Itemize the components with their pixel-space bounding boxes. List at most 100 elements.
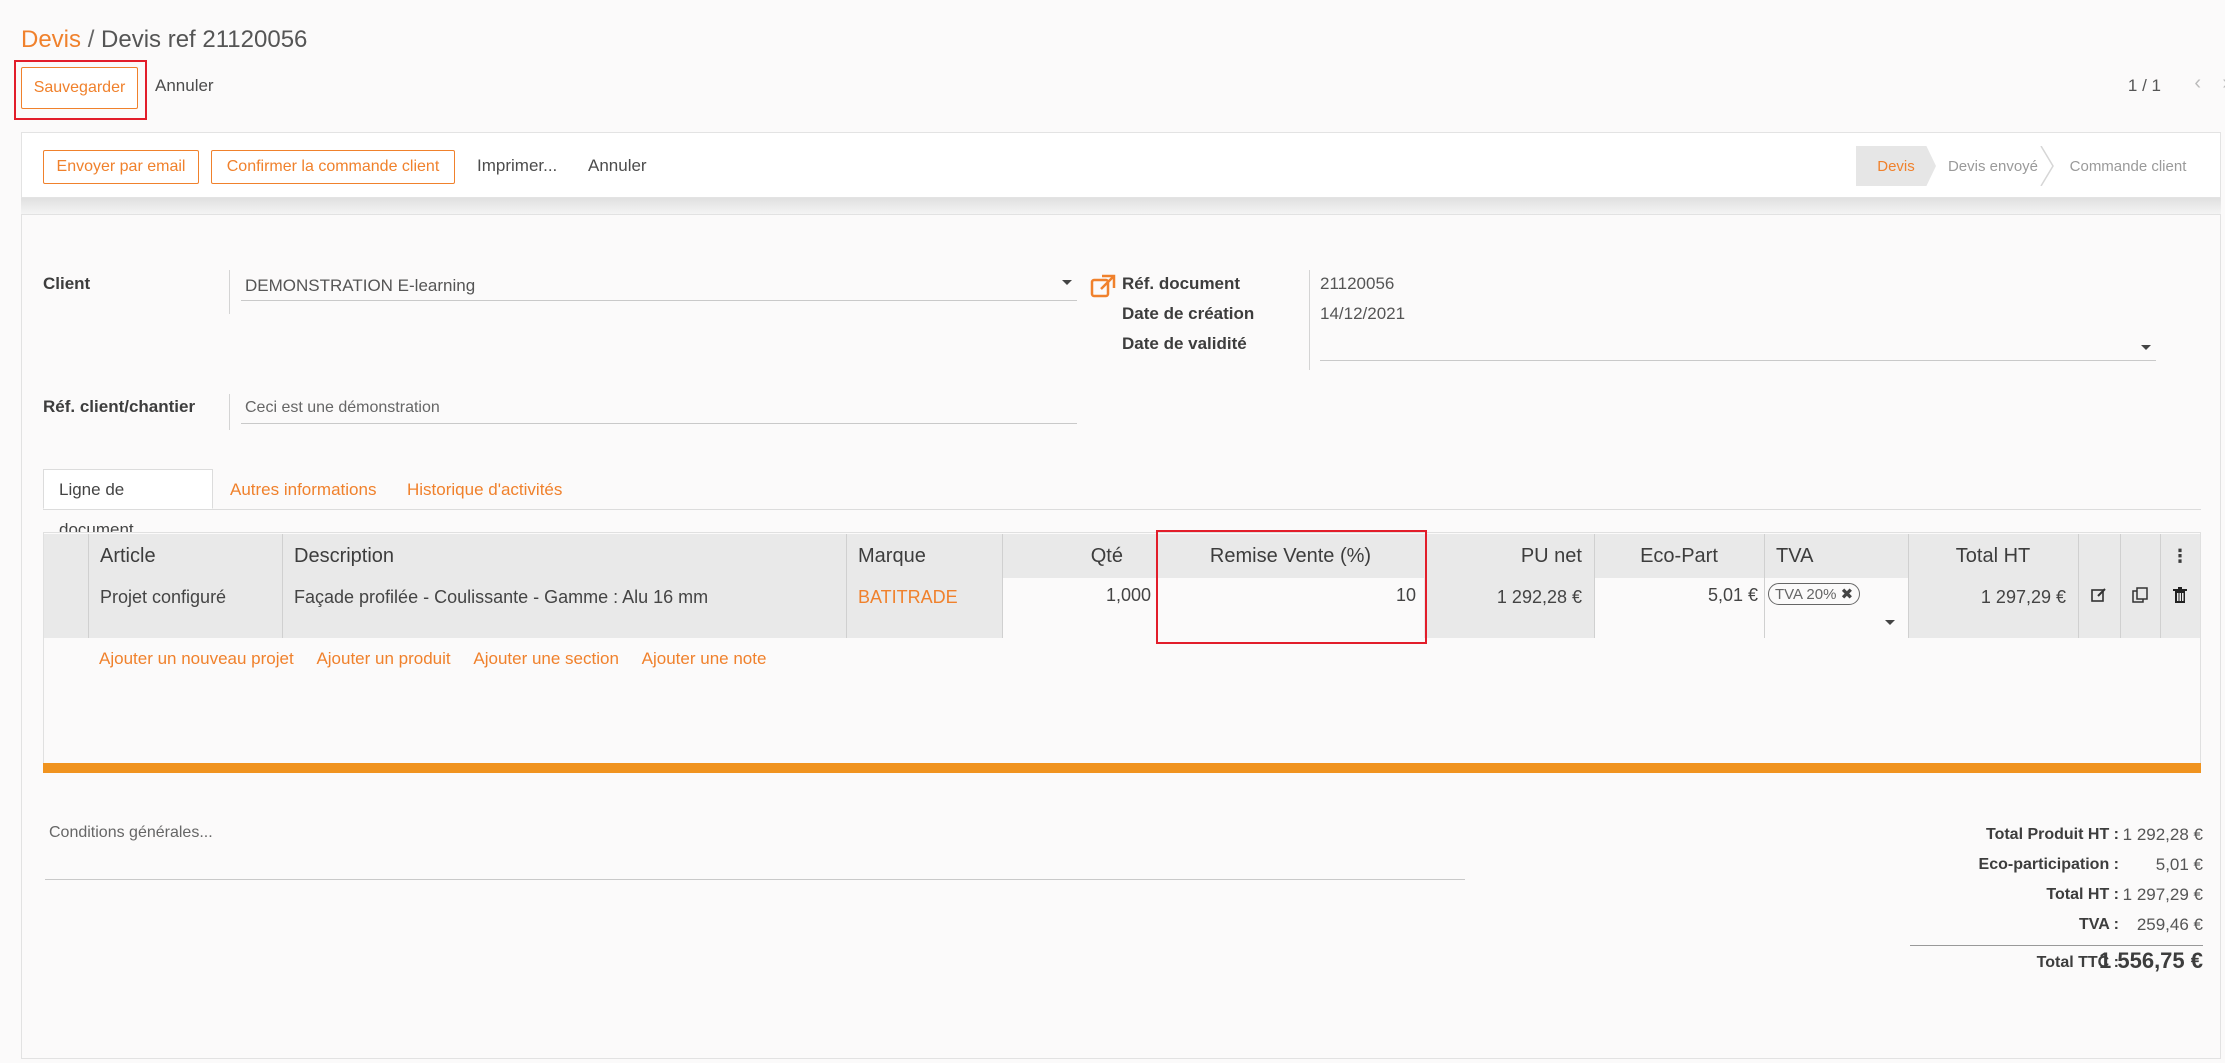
eco-participation-value: 5,01 € bbox=[2155, 855, 2203, 874]
row-eco-part[interactable]: 5,01 € bbox=[1594, 578, 1764, 638]
duplicate-icon[interactable] bbox=[2132, 587, 2148, 638]
stage-separator-icon bbox=[2040, 145, 2054, 187]
client-label: Client bbox=[43, 274, 91, 293]
col-article-label: Article bbox=[100, 544, 156, 567]
client-divider bbox=[229, 270, 230, 314]
breadcrumb-root-link[interactable]: Devis bbox=[21, 26, 81, 53]
trash-icon[interactable] bbox=[2173, 587, 2187, 638]
client-underline bbox=[241, 300, 1077, 301]
row-article-value: Projet configuré bbox=[100, 587, 227, 607]
edit-icon[interactable] bbox=[2091, 587, 2107, 638]
row-delete[interactable] bbox=[2160, 578, 2200, 638]
col-total-ht-header[interactable]: Total HT bbox=[1908, 534, 2078, 578]
date-validite-label: Date de validité bbox=[1122, 334, 1247, 353]
date-validite-field[interactable] bbox=[1320, 334, 2156, 358]
col-brand-label: Marque bbox=[858, 544, 926, 567]
add-note-link[interactable]: Ajouter une note bbox=[642, 649, 767, 668]
discard-button[interactable]: Annuler bbox=[155, 76, 214, 96]
add-product-link[interactable]: Ajouter un produit bbox=[316, 649, 450, 668]
add-section-link[interactable]: Ajouter une section bbox=[473, 649, 619, 668]
client-dropdown-icon[interactable] bbox=[1062, 280, 1072, 285]
ref-doc-value: 21120056 bbox=[1320, 274, 1395, 293]
progress-bar bbox=[43, 763, 2201, 773]
row-qty-value: 1,000 bbox=[1105, 585, 1151, 605]
row-qty[interactable]: 1,000 bbox=[1002, 578, 1157, 638]
col-copy-header bbox=[2120, 534, 2160, 578]
row-brand-link[interactable]: BATITRADE bbox=[858, 587, 958, 607]
tab-document-lines[interactable]: Ligne de document bbox=[43, 469, 213, 539]
col-separator bbox=[1764, 534, 1765, 638]
external-link-icon[interactable] bbox=[1090, 274, 1116, 303]
tab-other-info[interactable]: Autres informations bbox=[230, 480, 376, 500]
total-ttc-value: 1 556,75 € bbox=[2099, 948, 2203, 973]
eco-participation-label: Eco-participation : bbox=[1978, 856, 2119, 873]
row-total-ht-value: 1 297,29 € bbox=[1980, 587, 2066, 607]
add-project-link[interactable]: Ajouter un nouveau projet bbox=[99, 649, 294, 668]
save-button[interactable]: Sauvegarder bbox=[21, 67, 138, 109]
ref-client-divider bbox=[229, 394, 230, 430]
vat-dropdown-icon[interactable] bbox=[1885, 620, 1895, 625]
ref-client-underline bbox=[241, 423, 1077, 424]
vat-tag-remove-icon[interactable]: ✖ bbox=[1841, 586, 1854, 603]
sheet-shadow bbox=[21, 198, 2221, 214]
status-stage-quote[interactable]: Devis bbox=[1856, 146, 1936, 186]
column-options-icon[interactable]: ⋮ bbox=[2171, 546, 2189, 567]
col-separator bbox=[1908, 534, 1909, 638]
tva-value: 259,46 € bbox=[2136, 915, 2203, 934]
status-stage-order[interactable]: Commande client bbox=[2058, 146, 2198, 186]
col-separator bbox=[2120, 534, 2121, 638]
confirm-order-button[interactable]: Confirmer la commande client bbox=[211, 150, 455, 184]
col-separator bbox=[2078, 534, 2079, 638]
pager-prev-icon[interactable]: ‹ bbox=[2194, 72, 2201, 95]
ref-doc-label: Réf. document bbox=[1122, 274, 1241, 293]
ref-client-field[interactable]: Ceci est une démonstration bbox=[245, 399, 440, 417]
date-validite-underline bbox=[1320, 360, 2156, 361]
client-field[interactable]: DEMONSTRATION E-learning bbox=[245, 276, 475, 296]
date-creation-value: 14/12/2021 bbox=[1320, 304, 1406, 323]
tva-label: TVA : bbox=[2079, 916, 2119, 933]
row-article[interactable]: Projet configuré bbox=[88, 578, 282, 638]
breadcrumb-current: Devis ref 21120056 bbox=[101, 26, 308, 53]
row-brand[interactable]: BATITRADE bbox=[846, 578, 1002, 638]
row-description-value: Façade profilée - Coulissante - Gamme : … bbox=[294, 587, 709, 607]
col-separator bbox=[2160, 534, 2161, 638]
row-edit[interactable] bbox=[2078, 578, 2120, 638]
tab-activity-history[interactable]: Historique d'activités bbox=[407, 480, 562, 500]
col-eco-part-header[interactable]: Eco-Part bbox=[1594, 534, 1764, 578]
row-vat[interactable]: TVA 20% ✖ bbox=[1764, 578, 1908, 638]
row-unit-price-value: 1 292,28 € bbox=[1496, 587, 1582, 607]
col-handle-header bbox=[44, 534, 88, 578]
col-separator bbox=[1002, 534, 1003, 638]
col-eco-part-label: Eco-Part bbox=[1640, 544, 1718, 567]
vat-tag: TVA 20% ✖ bbox=[1768, 583, 1861, 605]
date-validite-dropdown-icon[interactable] bbox=[2141, 345, 2151, 350]
col-article-header[interactable]: Article bbox=[88, 534, 282, 578]
col-separator bbox=[846, 534, 847, 638]
total-ht-value: 1 297,29 € bbox=[2122, 885, 2203, 904]
col-separator bbox=[88, 534, 89, 638]
col-options-header[interactable]: ⋮ bbox=[2160, 534, 2200, 578]
row-eco-part-value: 5,01 € bbox=[1707, 585, 1758, 605]
row-handle[interactable] bbox=[44, 578, 88, 638]
row-copy[interactable] bbox=[2120, 578, 2160, 638]
print-button[interactable]: Imprimer... bbox=[477, 156, 557, 176]
discount-highlight bbox=[1156, 530, 1427, 644]
tabs-baseline bbox=[43, 509, 2201, 510]
col-description-header[interactable]: Description bbox=[282, 534, 846, 578]
add-links: Ajouter un nouveau projet Ajouter un pro… bbox=[99, 649, 766, 669]
col-edit-header bbox=[2078, 534, 2120, 578]
send-email-button[interactable]: Envoyer par email bbox=[43, 150, 199, 184]
col-unit-price-header[interactable]: PU net bbox=[1424, 534, 1594, 578]
total-product-ht-value: 1 292,28 € bbox=[2122, 825, 2203, 844]
col-vat-header[interactable]: TVA bbox=[1764, 534, 1908, 578]
conditions-field[interactable]: Conditions générales... bbox=[49, 824, 213, 842]
col-qty-header[interactable]: Qté bbox=[1002, 534, 1157, 578]
status-stage-sent[interactable]: Devis envoyé bbox=[1938, 146, 2048, 186]
ref-client-label: Réf. client/chantier bbox=[43, 397, 196, 416]
row-description[interactable]: Façade profilée - Coulissante - Gamme : … bbox=[282, 578, 846, 638]
col-brand-header[interactable]: Marque bbox=[846, 534, 1002, 578]
right-fields-divider bbox=[1309, 270, 1310, 370]
row-total-ht: 1 297,29 € bbox=[1908, 578, 2078, 638]
col-description-label: Description bbox=[294, 544, 395, 567]
cancel-quote-button[interactable]: Annuler bbox=[588, 156, 647, 176]
